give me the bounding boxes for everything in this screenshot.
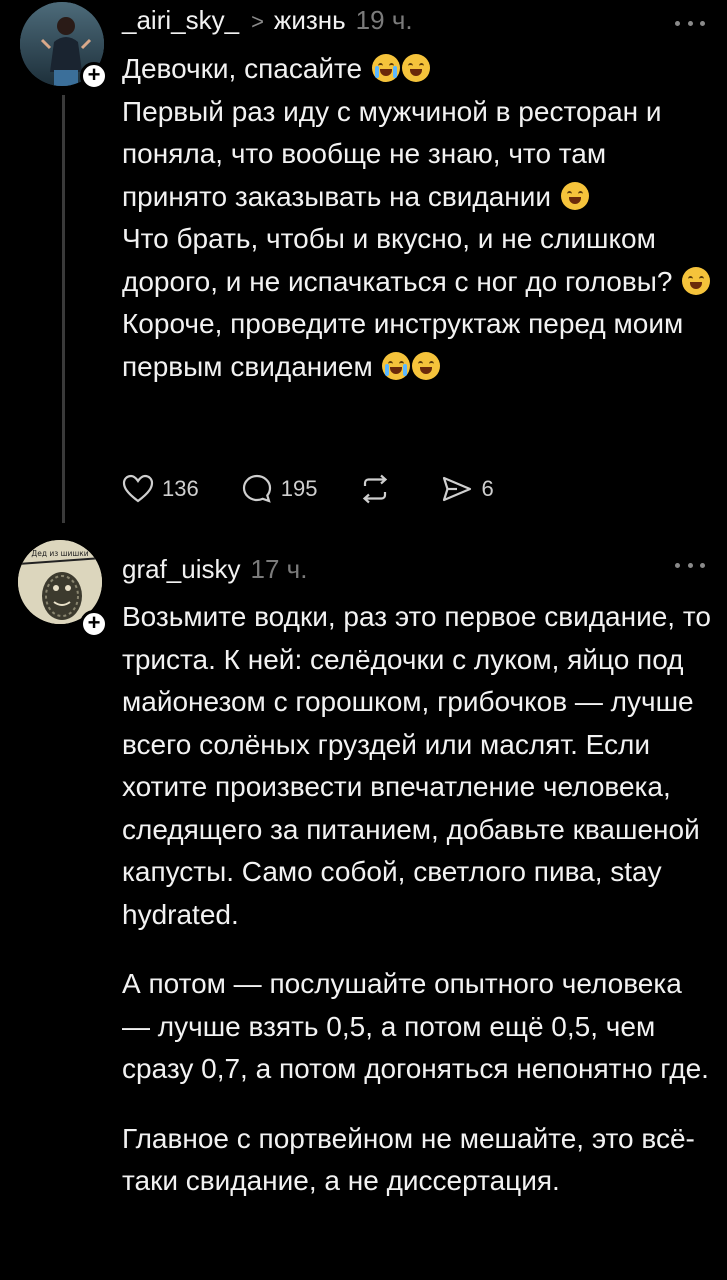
post: Дед из шишки + graf_uisky 17 ч. Возьмите… <box>0 540 727 1280</box>
username[interactable]: graf_uisky <box>122 554 241 585</box>
like-button[interactable]: 136 <box>122 474 199 504</box>
thread-line <box>62 95 65 523</box>
timestamp: 17 ч. <box>250 554 308 584</box>
post-paragraph: Главное с портвейном не мешайте, это всё… <box>122 1122 695 1197</box>
heart-icon <box>122 474 154 503</box>
svg-text:Дед из шишки: Дед из шишки <box>31 549 88 558</box>
post-body: Девочки, спасайте Первый раз иду с мужчи… <box>122 48 712 388</box>
share-arrow-icon <box>443 476 472 502</box>
repost-icon <box>363 474 388 504</box>
more-options-icon[interactable] <box>675 560 705 570</box>
crying-emoji-icon <box>382 351 411 380</box>
post-paragraph: А потом — послушайте опытного человека —… <box>122 968 709 1084</box>
post-line: Девочки, спасайте <box>122 48 712 91</box>
comment-count: 195 <box>280 476 318 501</box>
post-line: Короче, проведите инструктаж перед моим … <box>122 308 684 382</box>
rofl-emoji-icon <box>412 351 441 380</box>
crying-emoji-icon <box>371 54 400 82</box>
post-header: _airi_sky_ > жизнь 19 ч. <box>122 5 413 36</box>
breadcrumb-separator: > <box>251 9 264 34</box>
post-line: Первый раз иду с мужчиной в ресторан и п… <box>122 95 662 212</box>
post-body: Возьмите водки, раз это первое свидание,… <box>122 596 712 1203</box>
laughing-emoji-icon <box>682 266 711 295</box>
comment-button[interactable]: 195 <box>241 473 318 505</box>
post-paragraph: Возьмите водки, раз это первое свидание,… <box>122 601 711 930</box>
post-header: graf_uisky 17 ч. <box>122 554 307 585</box>
share-button[interactable]: 6 <box>441 474 494 504</box>
comment-bubble-icon <box>242 474 271 503</box>
repost-button[interactable] <box>359 474 399 504</box>
share-count: 6 <box>481 476 494 501</box>
laughing-emoji-icon <box>401 54 430 82</box>
action-bar: 136 195 6 <box>122 472 536 506</box>
username[interactable]: _airi_sky_ <box>122 5 239 36</box>
follow-button[interactable]: + <box>80 62 108 90</box>
post: + _airi_sky_ > жизнь 19 ч. Девочки, спас… <box>0 0 727 540</box>
rofl-emoji-icon <box>560 181 589 210</box>
like-count: 136 <box>162 476 199 501</box>
follow-button[interactable]: + <box>80 610 108 638</box>
timestamp: 19 ч. <box>355 5 413 35</box>
topic-link[interactable]: жизнь <box>274 5 346 36</box>
post-line: Что брать, чтобы и вкусно, и не слишком … <box>122 218 712 303</box>
more-options-icon[interactable] <box>675 18 705 28</box>
